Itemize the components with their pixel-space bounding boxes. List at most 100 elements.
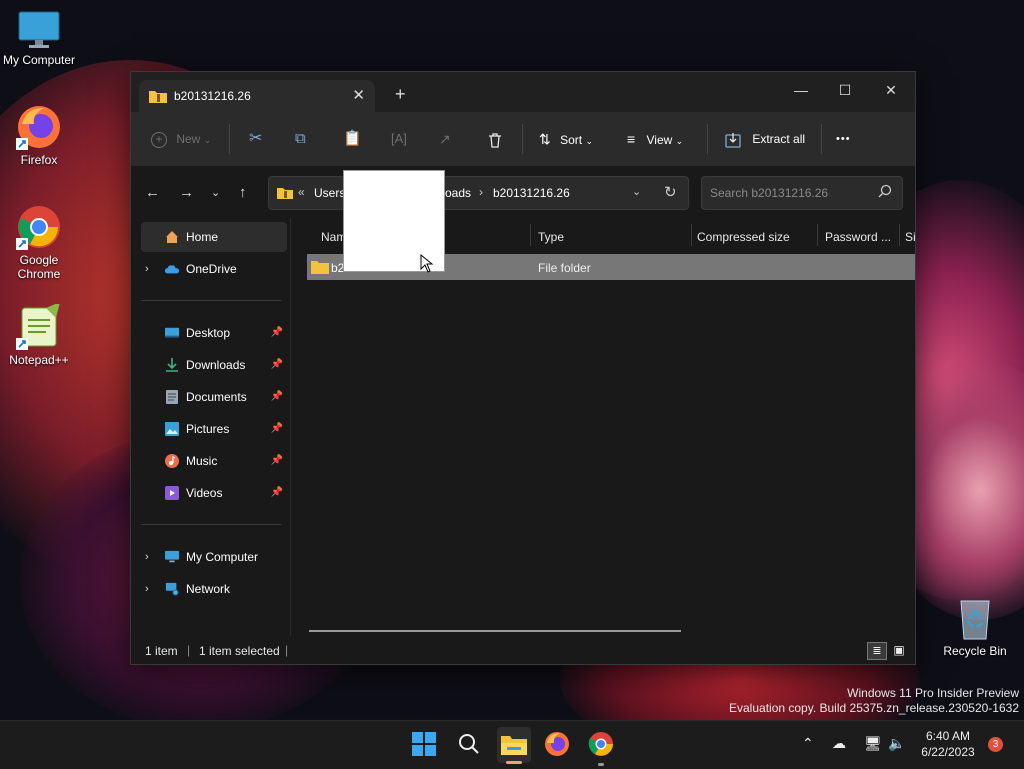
active-indicator [506, 761, 522, 764]
details-view-icon[interactable]: ≣ [867, 642, 887, 660]
chevron-right-icon[interactable]: › [145, 254, 149, 284]
sidebar-item-documents[interactable]: Documents 📌 [141, 382, 287, 412]
rename-button[interactable]: [A] [391, 128, 407, 150]
paste-button[interactable]: 📋 [343, 128, 362, 150]
horizontal-scrollbar[interactable] [309, 630, 681, 632]
tiles-view-icon[interactable]: ▣ [891, 642, 907, 658]
sidebar-item-label: OneDrive [186, 262, 237, 276]
sidebar-item-videos[interactable]: Videos 📌 [141, 478, 287, 508]
extract-all-button[interactable]: Extract all [725, 128, 805, 150]
notepadpp-icon [16, 302, 62, 350]
chevron-down-icon: ⌄ [675, 136, 684, 146]
toolbar-separator [707, 124, 708, 154]
chevron-down-icon: ⌄ [585, 136, 593, 146]
more-options-button[interactable]: ••• [836, 128, 851, 150]
desktop-icon-notepadpp[interactable]: Notepad++ [1, 302, 77, 367]
column-header-password[interactable]: Password ... [825, 230, 891, 244]
new-label: New [176, 132, 201, 146]
breadcrumb-downloads[interactable]: oads [445, 186, 471, 200]
up-arrow-icon[interactable]: ↑ [239, 184, 247, 201]
forward-arrow-icon[interactable]: → [179, 184, 194, 201]
search-button[interactable] [456, 731, 482, 757]
close-button[interactable]: ✕ [871, 76, 911, 104]
maximize-button[interactable]: ☐ [825, 76, 865, 104]
breadcrumb-overflow[interactable]: « [298, 185, 305, 199]
new-tab-button[interactable]: + [395, 84, 406, 105]
search-input[interactable]: Search b20131216.26 [701, 176, 903, 210]
column-separator[interactable] [530, 224, 531, 246]
address-bar[interactable]: « Users oads › b20131216.26 ⌄ ↻ [268, 176, 689, 210]
sort-button[interactable]: ⇅ Sort ⌄ [539, 128, 593, 150]
cut-button[interactable]: ✂ [249, 128, 262, 150]
column-header-type[interactable]: Type [538, 230, 564, 244]
start-button[interactable] [411, 731, 437, 757]
clock-date: 6/22/2023 [921, 745, 975, 759]
desktop-icon-label: Recycle Bin [943, 644, 1007, 658]
recent-locations-chevron-icon[interactable]: ⌄ [211, 186, 220, 199]
tab-title: b20131216.26 [174, 89, 251, 103]
show-hidden-icons-chevron-icon[interactable]: ⌃ [802, 735, 814, 752]
address-history-chevron-icon[interactable]: ⌄ [632, 185, 641, 198]
tab-close-button[interactable]: ✕ [352, 86, 365, 104]
extract-all-label: Extract all [752, 132, 806, 146]
onedrive-offline-icon[interactable]: ☁ [832, 735, 846, 752]
recycle-bin-icon [955, 597, 995, 641]
taskbar: ⌃ ☁ 🖥 🔈 6:40 AM 6/22/2023 3 [0, 720, 1024, 769]
breadcrumb-users[interactable]: Users [314, 186, 345, 200]
monitor-icon [17, 10, 61, 50]
taskbar-file-explorer[interactable] [497, 727, 531, 764]
chevron-right-icon[interactable]: › [145, 574, 149, 604]
pin-icon: 📌 [270, 487, 283, 498]
navigation-pane: Home › OneDrive Desktop 📌 Downloads 📌 Do… [131, 218, 289, 636]
column-separator[interactable] [817, 224, 818, 246]
sidebar-item-pictures[interactable]: Pictures 📌 [141, 414, 287, 444]
windows-logo-icon [412, 732, 436, 756]
desktop-icon-label: Google Chrome [17, 253, 61, 281]
column-separator[interactable] [899, 224, 900, 246]
clock[interactable]: 6:40 AM 6/22/2023 [916, 728, 980, 760]
taskbar-firefox[interactable] [544, 731, 570, 757]
breadcrumb-current[interactable]: b20131216.26 [493, 186, 570, 200]
network-icon [165, 582, 179, 596]
sidebar-item-onedrive[interactable]: › OneDrive [141, 254, 287, 284]
pin-icon: 📌 [270, 455, 283, 466]
desktop-icon-chrome[interactable]: Google Chrome [1, 204, 77, 281]
network-status-icon[interactable]: 🖥 [864, 735, 882, 752]
firefox-icon [16, 104, 62, 150]
minimize-button[interactable]: — [781, 76, 821, 104]
breadcrumb-chevron-icon: › [479, 185, 483, 199]
file-explorer-icon [501, 736, 527, 755]
sidebar-item-my-computer[interactable]: › My Computer [141, 542, 287, 572]
video-icon [165, 486, 179, 500]
sidebar-item-network[interactable]: › Network [141, 574, 287, 604]
column-separator[interactable] [691, 224, 692, 246]
sidebar-item-desktop[interactable]: Desktop 📌 [141, 318, 287, 348]
volume-icon[interactable]: 🔈 [888, 735, 905, 752]
notification-badge[interactable]: 3 [988, 737, 1003, 752]
clipboard-icon: 📋 [343, 130, 362, 147]
refresh-icon[interactable]: ↻ [664, 183, 677, 201]
new-button[interactable]: + New ⌄ [151, 128, 211, 150]
back-arrow-icon[interactable]: ← [145, 184, 160, 201]
column-header-compressed-size[interactable]: Compressed size [697, 230, 790, 244]
cloud-icon [165, 265, 179, 274]
column-header-size[interactable]: Si [905, 230, 916, 244]
sidebar-item-home[interactable]: Home [141, 222, 287, 252]
delete-button[interactable] [487, 128, 503, 150]
taskbar-chrome[interactable] [588, 731, 614, 766]
sidebar-item-downloads[interactable]: Downloads 📌 [141, 350, 287, 380]
desktop-icon-firefox[interactable]: Firefox [1, 104, 77, 167]
rename-icon: [A] [391, 131, 407, 146]
share-button[interactable]: ↗ [439, 128, 451, 150]
sort-label: Sort [560, 133, 583, 147]
desktop-icon-recycle-bin[interactable]: Recycle Bin [937, 597, 1013, 658]
desktop-icon-my-computer[interactable]: My Computer [1, 10, 77, 67]
sidebar-item-music[interactable]: Music 📌 [141, 446, 287, 476]
copy-button[interactable]: ⧉ [295, 128, 306, 150]
mouse-cursor-icon [420, 254, 434, 273]
tab-b20131216[interactable]: b20131216.26 ✕ [139, 80, 375, 112]
home-icon [166, 231, 178, 243]
copy-icon: ⧉ [295, 130, 306, 147]
view-button[interactable]: ≡ View ⌄ [627, 128, 683, 150]
chevron-right-icon[interactable]: › [145, 542, 149, 572]
